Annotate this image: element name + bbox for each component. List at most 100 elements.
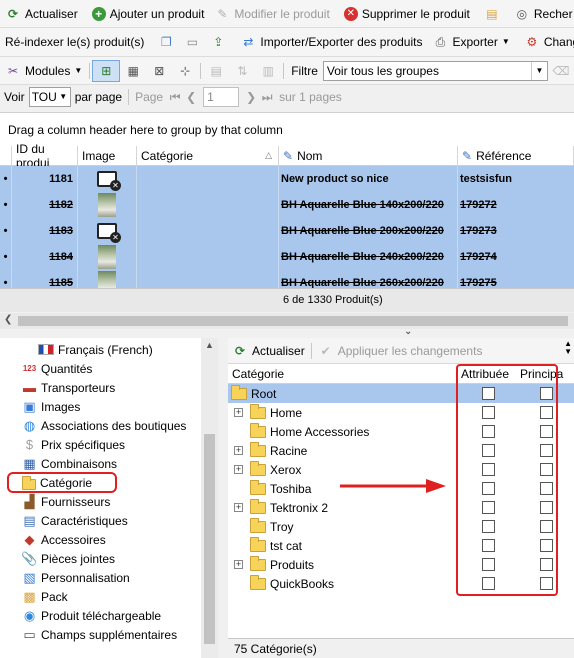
sidebar-item[interactable]: ▟ Fournisseurs (22, 492, 111, 511)
reindex-button[interactable]: Ré-indexer le(s) produit(s) (0, 28, 149, 56)
category-item[interactable]: Tektronix 2 (250, 498, 328, 517)
cell-id: 1185 (12, 270, 78, 288)
sidebar-item-label: Pack (41, 589, 68, 604)
export-doc-button[interactable]: ⇪ (205, 28, 231, 56)
search-button[interactable]: ◎ Recher (509, 0, 574, 27)
category-item[interactable]: Produits (250, 555, 314, 574)
category-item[interactable]: Xerox (250, 460, 301, 479)
sidebar-item[interactable]: ▧ Personnalisation (22, 568, 129, 587)
fit-view-button[interactable]: ⊠ (146, 57, 172, 84)
expand-icon[interactable]: + (234, 408, 243, 417)
sidebar-item[interactable]: ▣ Images (22, 397, 80, 416)
more-icon[interactable]: ▲ ▼ (564, 340, 572, 356)
filter-tool-1[interactable]: ▤ (203, 57, 229, 84)
col-header-image[interactable]: Image (78, 146, 137, 165)
filter-value: Voir tous les groupes (326, 63, 439, 78)
table-row[interactable]: • 1182 BH Aquarelle Blue 140x200/220 179272 (0, 192, 574, 218)
sidebar-item[interactable]: ▭ Champs supplémentaires (22, 625, 177, 644)
copy-button[interactable]: ❐ (153, 28, 179, 56)
sidebar-item[interactable]: 123 Quantités (22, 359, 93, 378)
page-input[interactable]: 1 (203, 87, 240, 107)
filter-tool-2[interactable]: ⇅ (229, 57, 255, 84)
horizontal-scrollbar[interactable]: ❮ (0, 313, 574, 329)
sidebar-item[interactable]: ◆ Accessoires (22, 530, 106, 549)
sidebar-item[interactable]: 📎 Pièces jointes (21, 549, 115, 568)
tree-view-button[interactable]: ⊞ (92, 59, 121, 82)
category-item[interactable]: Toshiba (250, 479, 311, 498)
refresh-button[interactable]: ⟳ Actualiser (0, 0, 83, 27)
sidebar-item[interactable]: ◍ Associations des boutiques (22, 416, 187, 435)
cell-image: ✕ (78, 218, 137, 244)
folder-icon (250, 403, 266, 419)
change-button[interactable]: ⚙ Changeu (519, 28, 574, 56)
sidebar-item[interactable]: ◉ Produit téléchargeable (22, 606, 161, 625)
delete-product-button[interactable]: ✕ Supprimer le produit (339, 0, 475, 27)
expand-icon[interactable]: + (234, 560, 243, 569)
group-by-area[interactable]: Drag a column header here to group by th… (0, 112, 574, 146)
table-row[interactable]: • 1185 BH Aquarelle Blue 260x200/220 179275 (0, 270, 574, 288)
name-value: BH Aquarelle Blue 200x200/220 (281, 225, 444, 237)
sidebar-item-label: Prix spécifiques (41, 437, 126, 452)
notes-button[interactable]: ▤ (479, 0, 505, 27)
per-page-select[interactable]: TOU ▼ (28, 87, 71, 107)
category-label: Troy (270, 519, 294, 534)
col-category-label: Catégorie (141, 148, 194, 163)
col-header-name[interactable]: ✎ Nom (279, 146, 458, 165)
scroll-thumb[interactable] (204, 434, 215, 644)
right-refresh-button[interactable]: ⟳ Actualiser (232, 343, 305, 359)
col-header-reference[interactable]: ✎ Référence (458, 146, 574, 165)
expand-view-button[interactable]: ⊹ (172, 57, 198, 84)
category-item[interactable]: tst cat (250, 536, 302, 555)
tree-root[interactable]: Root (231, 384, 276, 403)
category-item[interactable]: Home (250, 403, 302, 422)
edit-product-button[interactable]: ✎ Modifier le produit (209, 0, 334, 27)
import-export-button[interactable]: ⇄ Importer/Exporter des produits (235, 28, 427, 56)
scroll-thumb[interactable] (18, 316, 568, 326)
expand-icon[interactable]: + (234, 465, 243, 474)
filter-select[interactable]: Voir tous les groupes ▼ (322, 60, 548, 81)
clear-filter-button[interactable]: ⌫ (548, 57, 574, 84)
filter-tool-3[interactable]: ▥ (255, 57, 281, 84)
category-item[interactable]: Troy (250, 517, 294, 536)
paste-button[interactable]: ▭ (179, 28, 205, 56)
panel-splitter[interactable]: ⌄ (0, 326, 574, 338)
filter-grid-icon: ▤ (210, 63, 222, 78)
language-item[interactable]: Français (French) (38, 340, 153, 359)
clear-filter-icon: ⌫ (552, 63, 570, 78)
sidebar-item[interactable]: ▦ Combinaisons (22, 454, 117, 473)
modules-dropdown[interactable]: ✂ Modules ▼ (0, 57, 87, 84)
previous-page-icon[interactable]: ❮ (183, 89, 199, 105)
reference-value: 179275 (460, 277, 497, 288)
col-header-category[interactable]: Catégorie △ (137, 146, 279, 165)
apply-changes-button[interactable]: ✔ Appliquer les changements (318, 343, 483, 359)
sidebar-item[interactable]: ▬ Transporteurs (22, 378, 115, 397)
product-thumbnail (98, 193, 116, 217)
first-page-icon[interactable]: ⏮ (167, 89, 183, 105)
left-scrollbar[interactable]: ▲ (201, 338, 218, 658)
category-item[interactable]: Racine (250, 441, 307, 460)
export-button[interactable]: ⎙ Exporter ▼ (427, 28, 514, 56)
export-doc-icon: ⇪ (213, 35, 224, 49)
grid-view-button[interactable]: ▦ (120, 57, 146, 84)
expand-icon[interactable]: + (234, 503, 243, 512)
printer-icon: ⎙ (435, 35, 446, 49)
category-item[interactable]: Home Accessories (250, 422, 369, 441)
name-value: BH Aquarelle Blue 140x200/220 (281, 199, 444, 211)
missing-image-icon: ✕ (97, 171, 121, 191)
last-page-icon[interactable]: ⏭ (259, 89, 275, 105)
sidebar-item[interactable]: ▤ Caractéristiques (22, 511, 127, 530)
pencil-icon: ✎ (462, 148, 473, 163)
category-item[interactable]: QuickBooks (250, 574, 334, 593)
table-row[interactable]: • 1183 ✕ BH Aquarelle Blue 200x200/220 17927… (0, 218, 574, 244)
table-row[interactable]: • 1181 ✕ New product so nice testsisfun (0, 166, 574, 192)
scroll-up-icon[interactable]: ▲ (205, 340, 214, 350)
sidebar-item[interactable]: $ Prix spécifiques (22, 435, 125, 454)
col-header-id[interactable]: ID du produi (12, 142, 78, 170)
expand-icon[interactable]: + (234, 446, 243, 455)
next-page-icon[interactable]: ❯ (243, 89, 259, 105)
scroll-left-icon[interactable]: ❮ (4, 314, 12, 325)
sidebar-item[interactable]: ▩ Pack (22, 587, 68, 606)
add-product-button[interactable]: + Ajouter un produit (87, 0, 210, 27)
add-product-label: Ajouter un produit (109, 6, 205, 21)
table-row[interactable]: • 1184 BH Aquarelle Blue 240x200/220 179274 (0, 244, 574, 270)
